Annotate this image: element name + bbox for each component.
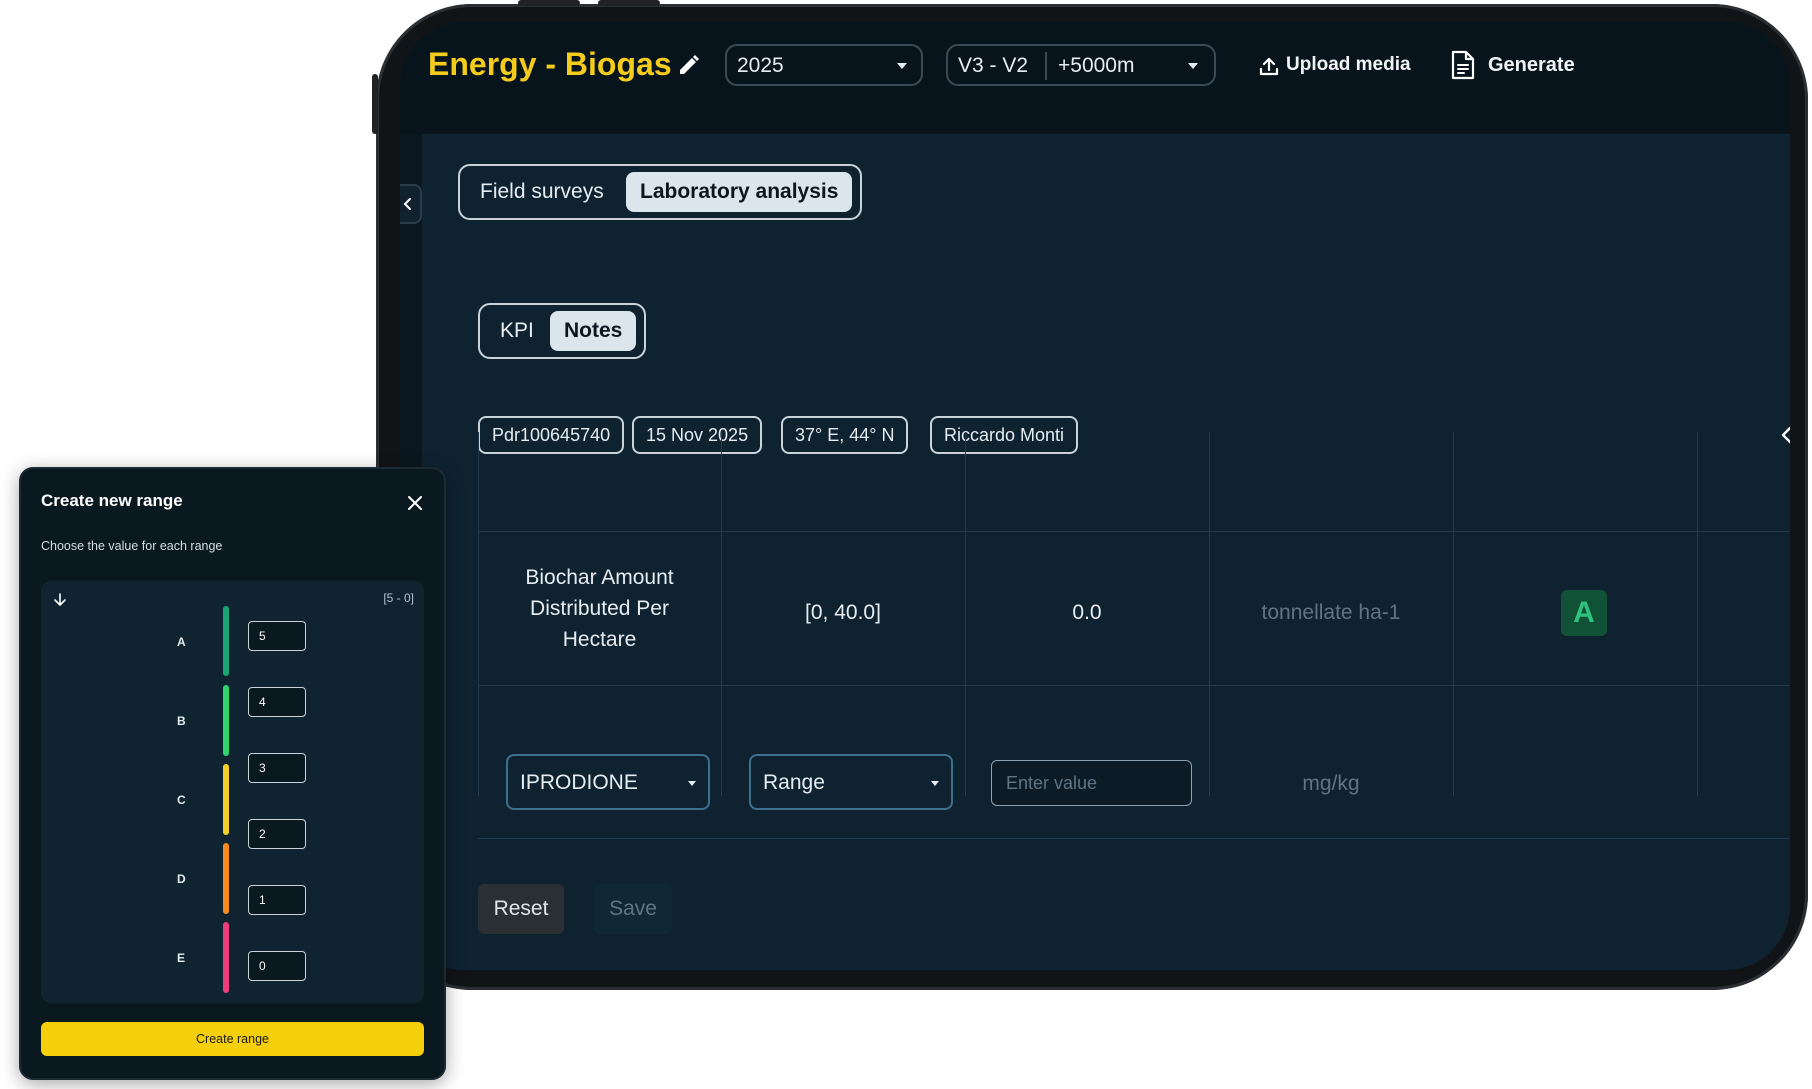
sample-id-chip: Pdr100645740: [478, 416, 625, 454]
distance-offset: +5000m: [1058, 54, 1135, 77]
table-divider: [478, 531, 1790, 532]
app-screen: Energy - Biogas 2025 V3 - V2 +5000m Uplo…: [400, 22, 1790, 970]
grade-label-b: B: [177, 714, 186, 728]
arrow-down-icon[interactable]: [53, 593, 67, 607]
range-value: [0, 40.0]: [805, 601, 881, 624]
caret-down-icon: [897, 63, 907, 69]
value-input[interactable]: [991, 760, 1192, 806]
close-icon[interactable]: [407, 495, 423, 511]
save-button[interactable]: Save: [594, 884, 672, 934]
modal-subtitle: Choose the value for each range: [41, 539, 223, 553]
chevron-left-icon: [403, 198, 411, 210]
grade-badge: A: [1561, 590, 1607, 636]
year-select[interactable]: 2025: [725, 44, 923, 86]
caret-down-icon: [688, 781, 696, 786]
table-divider: [1453, 432, 1454, 796]
grade-bar-d: [223, 843, 229, 914]
coordinates-chip: 37° E, 44° N: [781, 416, 909, 454]
upload-media-button[interactable]: Upload media: [1286, 54, 1411, 76]
tab-notes[interactable]: Notes: [550, 311, 637, 351]
create-range-button[interactable]: Create range: [41, 1022, 424, 1056]
distance-select[interactable]: V3 - V2 +5000m: [946, 44, 1216, 86]
generate-button[interactable]: Generate: [1488, 54, 1575, 77]
threshold-input[interactable]: 1: [248, 885, 306, 915]
device-button: [518, 0, 580, 6]
reset-button[interactable]: Reset: [478, 884, 564, 934]
threshold-input[interactable]: 3: [248, 753, 306, 783]
document-icon: [1451, 50, 1475, 80]
top-bar: Energy - Biogas 2025 V3 - V2 +5000m Uplo…: [400, 22, 1790, 134]
year-select-value: 2025: [737, 54, 784, 77]
main-tabs: Field surveys Laboratory analysis: [458, 164, 862, 220]
sidebar-toggle[interactable]: [400, 184, 422, 224]
pencil-icon[interactable]: [677, 53, 701, 77]
parameter-select-value: IPRODIONE: [520, 771, 638, 794]
tab-laboratory-analysis[interactable]: Laboratory analysis: [626, 172, 853, 212]
caret-down-icon: [931, 781, 939, 786]
table-divider: [478, 685, 1790, 686]
main-content: Field surveys Laboratory analysis KPI No…: [422, 134, 1790, 970]
distance-from: V3 - V2: [958, 54, 1029, 77]
parameter-name: Biochar Amount Distributed Per Hectare: [525, 566, 674, 651]
create-range-modal: Create new range Choose the value for ea…: [19, 467, 446, 1080]
type-select[interactable]: Range: [749, 754, 953, 810]
tab-field-surveys[interactable]: Field surveys: [480, 180, 604, 204]
range-badge: [5 - 0]: [383, 591, 414, 605]
grade-label-a: A: [177, 635, 186, 649]
date-chip: 15 Nov 2025: [632, 416, 763, 454]
parameter-select[interactable]: IPRODIONE: [506, 754, 710, 810]
threshold-input[interactable]: 5: [248, 621, 306, 651]
grade-label-e: E: [177, 951, 186, 965]
grade-label-d: D: [177, 872, 186, 886]
divider: [1045, 52, 1047, 80]
modal-title: Create new range: [41, 491, 183, 510]
unit-label: mg/kg: [1302, 772, 1360, 795]
operator-chip: Riccardo Monti: [930, 416, 1079, 454]
range-editor: [5 - 0] A B C D E 5 4 3 2 1 0: [41, 581, 424, 1003]
unit-label: tonnellate ha-1: [1261, 601, 1401, 624]
table-divider: [478, 838, 1790, 839]
type-select-value: Range: [763, 771, 825, 794]
threshold-input[interactable]: 0: [248, 951, 306, 981]
threshold-input[interactable]: 4: [248, 687, 306, 717]
grade-bar-e: [223, 922, 229, 993]
threshold-input[interactable]: 2: [248, 819, 306, 849]
page-title: Energy - Biogas: [428, 46, 672, 82]
grade-label-c: C: [177, 793, 186, 807]
caret-down-icon: [1188, 63, 1198, 69]
measured-value: 0.0: [1072, 601, 1102, 624]
grade-bar-b: [223, 685, 229, 756]
sub-tabs: KPI Notes: [478, 303, 646, 359]
tab-kpi[interactable]: KPI: [500, 319, 534, 343]
chevron-left-icon[interactable]: [1777, 424, 1790, 446]
upload-icon: [1259, 57, 1279, 76]
device-button: [598, 0, 660, 6]
device-button: [372, 74, 378, 134]
grade-bar-c: [223, 764, 229, 835]
grade-bar-a: [223, 606, 229, 676]
table-divider: [1697, 432, 1698, 796]
